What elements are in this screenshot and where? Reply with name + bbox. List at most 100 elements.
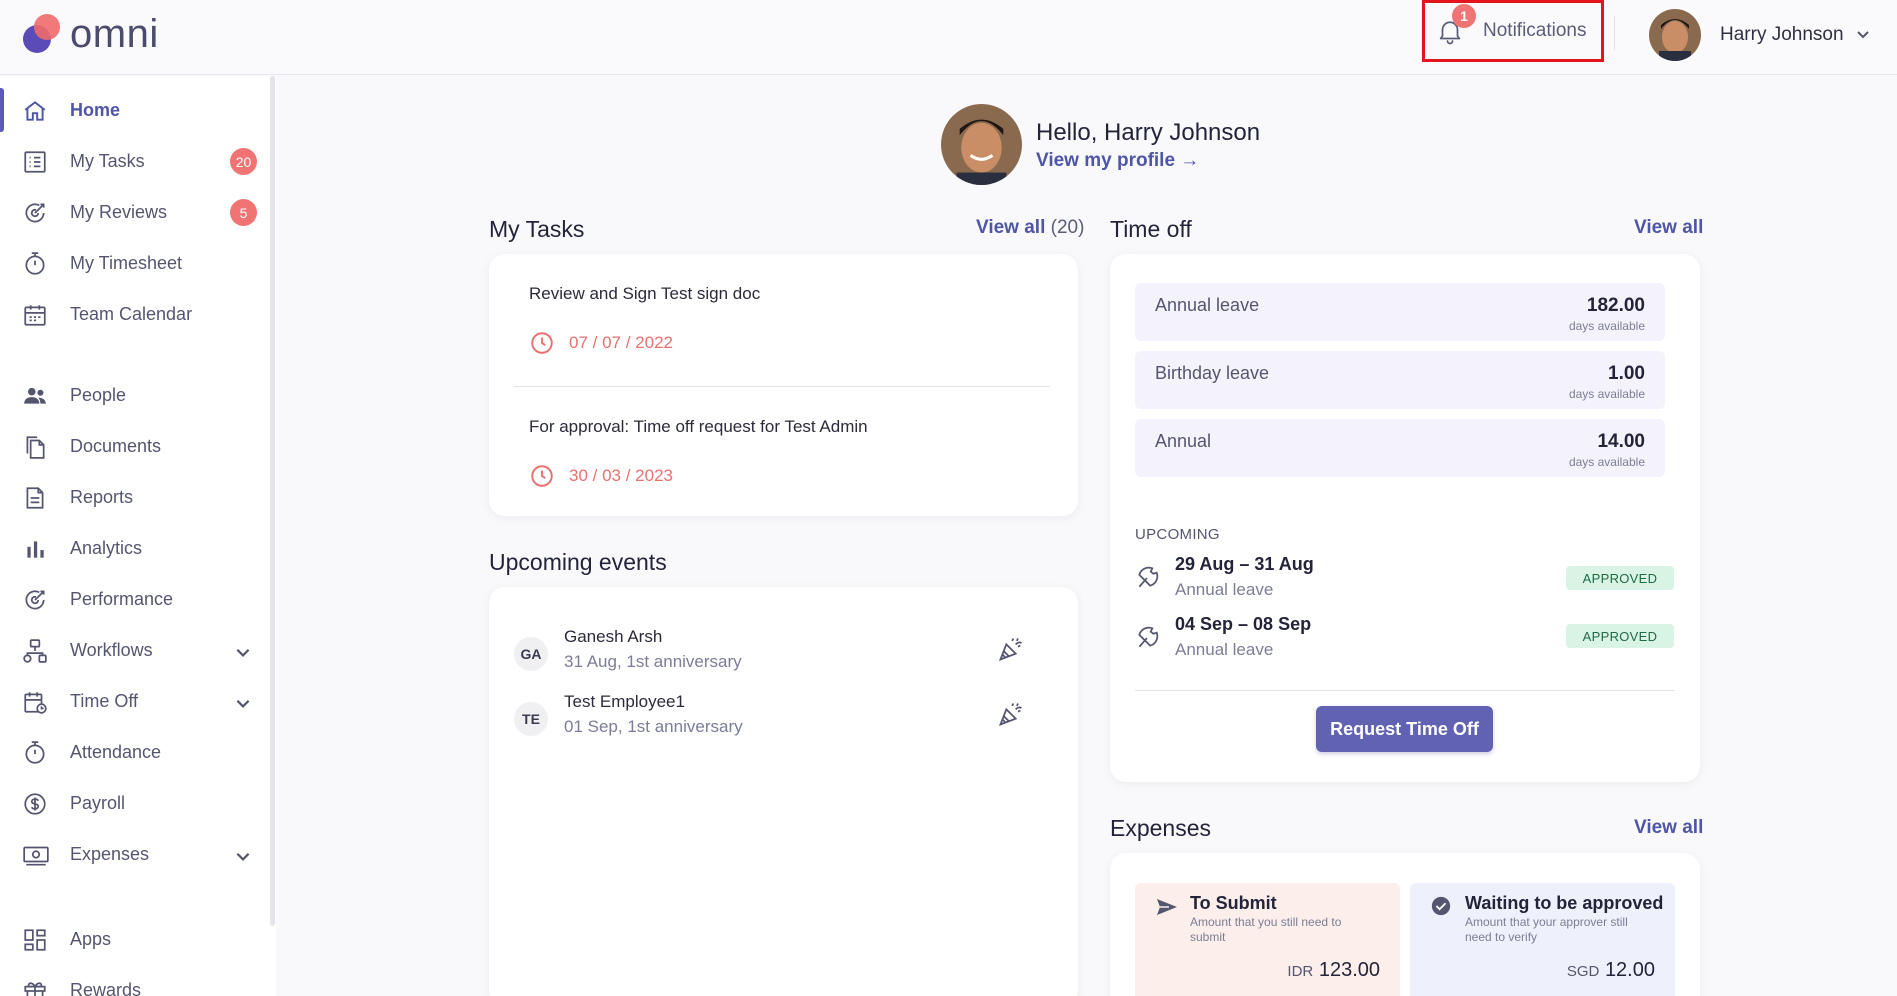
task-due-date: 07 / 07 / 2022 — [529, 330, 673, 356]
sidebar-item-documents[interactable]: Documents — [0, 424, 270, 468]
user-name[interactable]: Harry Johnson — [1720, 24, 1844, 46]
divider — [514, 386, 1050, 387]
sidebar-item-apps[interactable]: Apps — [0, 917, 270, 961]
my-tasks-card: Review and Sign Test sign doc 07 / 07 / … — [489, 254, 1078, 516]
report-icon — [22, 485, 48, 511]
sidebar-item-home[interactable]: Home — [0, 88, 270, 132]
view-profile-link[interactable]: View my profile → — [1036, 150, 1199, 172]
to-submit-box[interactable]: To Submit Amount that you still need to … — [1135, 883, 1400, 996]
sidebar-item-label: My Timesheet — [70, 253, 183, 273]
sidebar-item-my-timesheet[interactable]: My Timesheet — [0, 241, 270, 285]
send-icon — [1155, 895, 1179, 924]
party-popper-icon[interactable] — [997, 635, 1025, 668]
clock-icon — [531, 465, 553, 487]
greeting-title: Hello, Harry Johnson — [1036, 119, 1261, 146]
sidebar-item-label: Apps — [70, 929, 112, 949]
event-detail: 01 Sep, 1st anniversary — [564, 717, 743, 736]
event-person-name: Ganesh Arsh — [564, 627, 663, 646]
chevron-down-icon[interactable] — [234, 847, 252, 870]
leave-balance-value: 1.00 — [1608, 363, 1645, 384]
sidebar-item-reports[interactable]: Reports — [0, 475, 270, 519]
timer-icon — [22, 740, 48, 766]
waiting-approval-box[interactable]: Waiting to be approved Amount that your … — [1410, 883, 1675, 996]
sidebar-item-label: Home — [70, 100, 121, 120]
sidebar-item-analytics[interactable]: Analytics — [0, 526, 270, 570]
people-icon — [22, 383, 48, 409]
clock-icon — [531, 332, 553, 354]
workflow-icon — [22, 638, 48, 664]
documents-icon — [22, 434, 48, 460]
sidebar-item-label: My Reviews — [70, 202, 168, 222]
currency: IDR — [1287, 963, 1314, 980]
sidebar-item-expenses[interactable]: Expenses — [0, 832, 270, 876]
notifications-button[interactable]: 1 Notifications — [1422, 0, 1604, 62]
chevron-down-icon[interactable] — [234, 694, 252, 717]
tasks-count-badge: 20 — [230, 148, 257, 175]
task-title[interactable]: For approval: Time off request for Test … — [529, 417, 868, 437]
sidebar-item-label: Payroll — [70, 793, 126, 813]
to-submit-desc: Amount that you still need to submit — [1190, 915, 1342, 944]
upcoming-events-card: GA Ganesh Arsh 31 Aug, 1st anniversary T… — [489, 587, 1078, 996]
waiting-desc: Amount that your approver still need to … — [1465, 915, 1628, 944]
sidebar-item-label: Workflows — [70, 640, 153, 660]
leave-balance-value: 182.00 — [1586, 295, 1645, 316]
sidebar-item-rewards[interactable]: Rewards — [0, 968, 270, 996]
upcoming-leave-item[interactable]: 29 Aug – 31 Aug Annual leave APPROVED — [1135, 554, 1675, 606]
leave-balance-unit: days available — [1568, 319, 1645, 333]
sidebar-item-my-reviews[interactable]: My Reviews 5 — [0, 190, 270, 234]
leave-balance-row: Annual 14.00 days available — [1135, 419, 1665, 477]
apps-icon — [22, 927, 48, 953]
status-badge: APPROVED — [1566, 566, 1674, 590]
event-avatar: GA — [514, 637, 548, 671]
top-bar: omni 1 Notifications Harry Johnson — [0, 0, 1897, 75]
event-item: GA Ganesh Arsh 31 Aug, 1st anniversary — [514, 627, 1054, 683]
sidebar-item-label: Documents — [70, 436, 162, 456]
upcoming-leave-item[interactable]: 04 Sep – 08 Sep Annual leave APPROVED — [1135, 614, 1675, 666]
reviews-icon — [22, 200, 48, 226]
chevron-down-icon[interactable] — [1855, 26, 1871, 47]
time-off-view-all-link[interactable]: View all — [1634, 217, 1703, 239]
leave-dates: 04 Sep – 08 Sep — [1175, 614, 1312, 634]
sidebar-item-label: People — [70, 385, 127, 405]
sidebar-item-workflows[interactable]: Workflows — [0, 628, 270, 672]
profile-avatar[interactable] — [941, 104, 1022, 185]
leave-type: Annual leave — [1175, 640, 1274, 659]
party-popper-icon[interactable] — [997, 700, 1025, 733]
sidebar-item-label: Time Off — [70, 691, 139, 711]
sidebar-item-payroll[interactable]: Payroll — [0, 781, 270, 825]
leave-balance-value: 14.00 — [1597, 431, 1645, 452]
sidebar-item-my-tasks[interactable]: My Tasks 20 — [0, 139, 270, 183]
sidebar-item-attendance[interactable]: Attendance — [0, 730, 270, 774]
sidebar-item-label: Attendance — [70, 742, 162, 762]
task-due-date: 30 / 03 / 2023 — [529, 463, 673, 489]
sidebar-item-team-calendar[interactable]: Team Calendar — [0, 292, 270, 336]
view-all-label: View all — [976, 217, 1046, 238]
sidebar-item-label: Analytics — [70, 538, 143, 558]
status-badge: APPROVED — [1566, 624, 1674, 648]
to-submit-amount: IDR 123.00 — [1287, 959, 1380, 982]
calendar-icon — [22, 302, 48, 328]
expenses-view-all-link[interactable]: View all — [1634, 817, 1703, 839]
my-tasks-view-all-link[interactable]: View all (20) — [976, 217, 1084, 239]
analytics-icon — [22, 536, 48, 562]
chevron-down-icon[interactable] — [234, 643, 252, 666]
time-off-title: Time off — [1110, 216, 1192, 242]
sidebar-item-label: Performance — [70, 589, 174, 609]
task-date-text: 07 / 07 / 2022 — [569, 333, 673, 352]
umbrella-icon — [1135, 624, 1161, 655]
omni-logo[interactable]: omni — [20, 10, 159, 58]
bell-icon: 1 — [1435, 4, 1476, 46]
user-avatar[interactable] — [1649, 9, 1701, 61]
sidebar-item-people[interactable]: People — [0, 373, 270, 417]
task-title[interactable]: Review and Sign Test sign doc — [529, 284, 760, 304]
sidebar-item-performance[interactable]: Performance — [0, 577, 270, 621]
task-date-text: 30 / 03 / 2023 — [569, 466, 673, 485]
timer-icon — [22, 251, 48, 277]
request-time-off-button[interactable]: Request Time Off — [1316, 706, 1493, 752]
sidebar-item-time-off[interactable]: Time Off — [0, 679, 270, 723]
my-tasks-title: My Tasks — [489, 216, 585, 242]
upcoming-label: UPCOMING — [1135, 526, 1220, 543]
sidebar-scrollbar[interactable] — [270, 76, 275, 926]
event-avatar: TE — [514, 702, 548, 736]
gift-icon — [22, 978, 48, 996]
